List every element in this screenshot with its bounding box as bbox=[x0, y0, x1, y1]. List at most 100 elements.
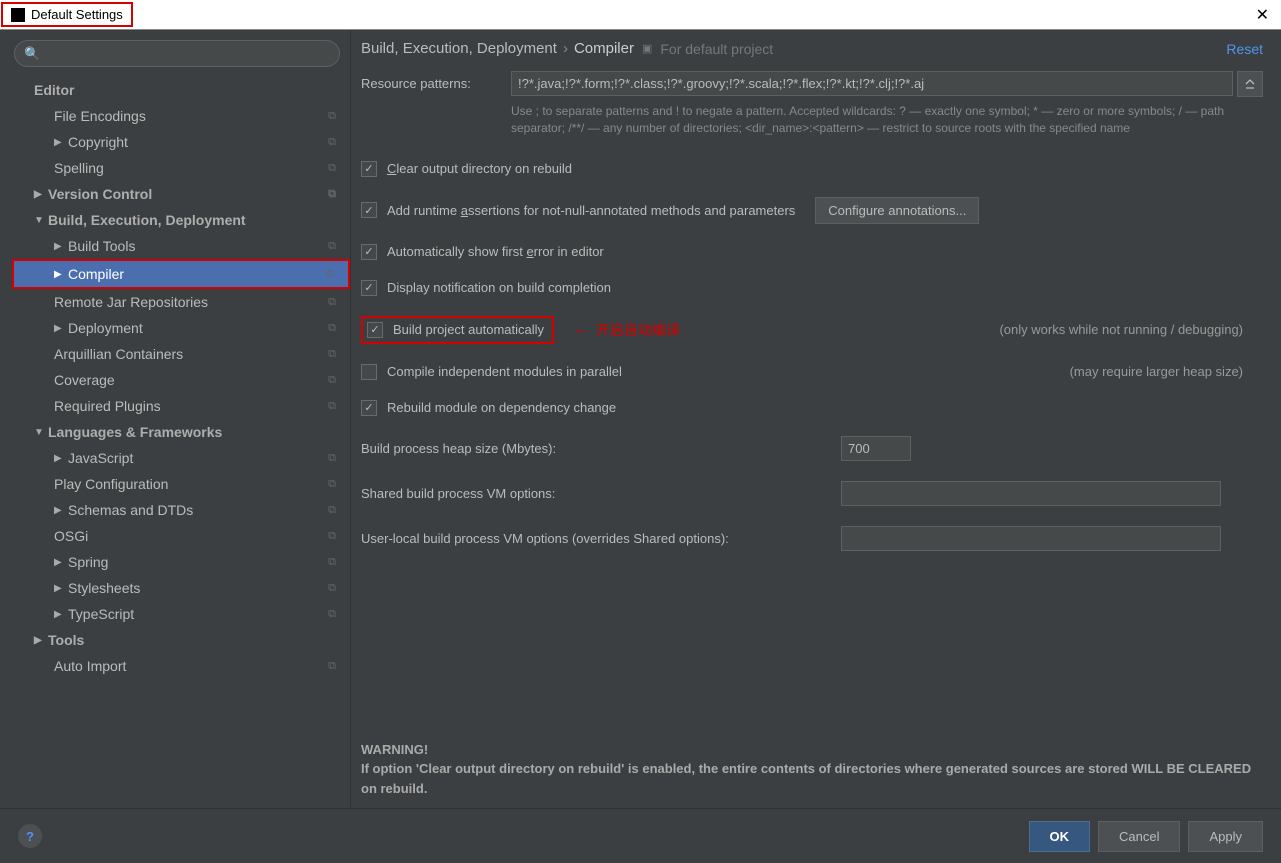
copy-icon: ⧉ bbox=[328, 188, 336, 201]
expand-field-icon[interactable] bbox=[1237, 71, 1263, 97]
sidebar-item-file-encodings[interactable]: File Encodings⧉ bbox=[12, 103, 350, 129]
parallel-label: Compile independent modules in parallel bbox=[387, 364, 622, 379]
sidebar-item-schemas-and-dtds[interactable]: ▶Schemas and DTDs⧉ bbox=[12, 497, 350, 523]
sidebar-item-auto-import[interactable]: Auto Import⧉ bbox=[12, 653, 350, 679]
chevron-icon: ▶ bbox=[54, 453, 64, 464]
sidebar-item-javascript[interactable]: ▶JavaScript⧉ bbox=[12, 445, 350, 471]
copy-icon: ⧉ bbox=[328, 452, 336, 465]
sidebar-item-spring[interactable]: ▶Spring⧉ bbox=[12, 549, 350, 575]
warning-body: If option 'Clear output directory on reb… bbox=[361, 759, 1263, 798]
copy-icon: ⧉ bbox=[328, 400, 336, 413]
close-icon[interactable]: ✕ bbox=[1256, 5, 1269, 25]
resource-row: Resource patterns: bbox=[361, 71, 1263, 97]
chevron-icon: ▶ bbox=[54, 609, 64, 620]
sidebar-item-languages-frameworks[interactable]: ▼Languages & Frameworks bbox=[12, 419, 350, 445]
clear-output-checkbox[interactable] bbox=[361, 161, 377, 177]
resource-patterns-input[interactable] bbox=[511, 71, 1233, 96]
sidebar-item-copyright[interactable]: ▶Copyright⧉ bbox=[12, 129, 350, 155]
rebuild-dep-label: Rebuild module on dependency change bbox=[387, 400, 616, 415]
sidebar-item-required-plugins[interactable]: Required Plugins⧉ bbox=[12, 393, 350, 419]
user-vm-row: User-local build process VM options (ove… bbox=[361, 526, 1263, 551]
chevron-icon: ▶ bbox=[54, 557, 64, 568]
breadcrumb-hint: For default project bbox=[660, 41, 773, 57]
ok-button[interactable]: OK bbox=[1029, 821, 1091, 852]
rebuild-dep-checkbox[interactable] bbox=[361, 400, 377, 416]
configure-annotations-button[interactable]: Configure annotations... bbox=[815, 197, 979, 224]
auto-build-label: Build project automatically bbox=[393, 322, 544, 337]
first-error-checkbox[interactable] bbox=[361, 244, 377, 260]
resource-label: Resource patterns: bbox=[361, 71, 511, 91]
apply-button[interactable]: Apply bbox=[1188, 821, 1263, 852]
shared-vm-input[interactable] bbox=[841, 481, 1221, 506]
assertions-row[interactable]: Add runtime assertions for not-null-anno… bbox=[361, 197, 1263, 224]
sidebar-item-editor[interactable]: Editor bbox=[12, 77, 350, 103]
auto-build-highlight: Build project automatically bbox=[361, 316, 554, 344]
assertions-label: Add runtime assertions for not-null-anno… bbox=[387, 203, 795, 218]
warning-title: WARNING! bbox=[361, 740, 1263, 760]
copy-icon: ⧉ bbox=[328, 348, 336, 361]
chevron-icon: ▶ bbox=[54, 505, 64, 516]
sidebar-item-build-execution-deployment[interactable]: ▼Build, Execution, Deployment bbox=[12, 207, 350, 233]
sidebar-item-stylesheets[interactable]: ▶Stylesheets⧉ bbox=[12, 575, 350, 601]
notify-label: Display notification on build completion bbox=[387, 280, 611, 295]
reset-link[interactable]: Reset bbox=[1226, 41, 1263, 57]
copy-icon: ⧉ bbox=[328, 478, 336, 491]
sidebar-item-spelling[interactable]: Spelling⧉ bbox=[12, 155, 350, 181]
user-vm-label: User-local build process VM options (ove… bbox=[361, 531, 841, 546]
titlebar-highlight: Default Settings bbox=[1, 2, 133, 27]
shared-vm-label: Shared build process VM options: bbox=[361, 486, 841, 501]
shared-vm-row: Shared build process VM options: bbox=[361, 481, 1263, 506]
copy-icon: ⧉ bbox=[328, 322, 336, 335]
chevron-icon: ▶ bbox=[54, 241, 64, 252]
heap-row: Build process heap size (Mbytes): bbox=[361, 436, 1263, 461]
sidebar-item-compiler[interactable]: ▶Compiler⧉ bbox=[12, 259, 350, 289]
copy-icon: ⧉ bbox=[328, 296, 336, 309]
footer: ? OK Cancel Apply bbox=[0, 808, 1281, 863]
notify-row[interactable]: Display notification on build completion bbox=[361, 280, 1263, 296]
parallel-row[interactable]: Compile independent modules in parallel … bbox=[361, 364, 1263, 380]
clear-output-row[interactable]: Clear output directory on rebuild bbox=[361, 161, 1263, 177]
sidebar-item-deployment[interactable]: ▶Deployment⧉ bbox=[12, 315, 350, 341]
notify-checkbox[interactable] bbox=[361, 280, 377, 296]
parallel-checkbox[interactable] bbox=[361, 364, 377, 380]
auto-build-checkbox[interactable] bbox=[367, 322, 383, 338]
copy-icon: ⧉ bbox=[326, 268, 334, 281]
search-icon: 🔍 bbox=[24, 46, 40, 62]
project-badge-icon: ▣ bbox=[642, 42, 652, 55]
sidebar-item-remote-jar-repositories[interactable]: Remote Jar Repositories⧉ bbox=[12, 289, 350, 315]
chevron-icon: ▶ bbox=[34, 189, 44, 200]
copy-icon: ⧉ bbox=[328, 608, 336, 621]
first-error-label: Automatically show first error in editor bbox=[387, 244, 604, 259]
clear-output-label: Clear output directory on rebuild bbox=[387, 161, 572, 176]
sidebar-item-version-control[interactable]: ▶Version Control⧉ bbox=[12, 181, 350, 207]
assertions-checkbox[interactable] bbox=[361, 202, 377, 218]
help-icon[interactable]: ? bbox=[18, 824, 42, 848]
copy-icon: ⧉ bbox=[328, 110, 336, 123]
warning-block: WARNING! If option 'Clear output directo… bbox=[361, 700, 1263, 799]
user-vm-input[interactable] bbox=[841, 526, 1221, 551]
search-container: 🔍 bbox=[14, 40, 340, 67]
sidebar-item-build-tools[interactable]: ▶Build Tools⧉ bbox=[12, 233, 350, 259]
heap-input[interactable] bbox=[841, 436, 911, 461]
sidebar-item-arquillian-containers[interactable]: Arquillian Containers⧉ bbox=[12, 341, 350, 367]
chevron-right-icon: ▶ bbox=[54, 269, 64, 280]
sidebar-item-osgi[interactable]: OSGi⧉ bbox=[12, 523, 350, 549]
breadcrumb: Build, Execution, Deployment › Compiler … bbox=[361, 40, 1263, 57]
content-panel: Build, Execution, Deployment › Compiler … bbox=[350, 30, 1281, 808]
sidebar-item-coverage[interactable]: Coverage⧉ bbox=[12, 367, 350, 393]
chevron-icon: ▶ bbox=[54, 323, 64, 334]
copy-icon: ⧉ bbox=[328, 530, 336, 543]
copy-icon: ⧉ bbox=[328, 582, 336, 595]
heap-label: Build process heap size (Mbytes): bbox=[361, 441, 841, 456]
sidebar-item-tools[interactable]: ▶Tools bbox=[12, 627, 350, 653]
sidebar-item-play-configuration[interactable]: Play Configuration⧉ bbox=[12, 471, 350, 497]
copy-icon: ⧉ bbox=[328, 136, 336, 149]
auto-build-row: Build project automatically ← 开启自动编译 (on… bbox=[361, 316, 1263, 344]
cancel-button[interactable]: Cancel bbox=[1098, 821, 1180, 852]
chevron-icon: ▶ bbox=[54, 583, 64, 594]
auto-build-note: (only works while not running / debuggin… bbox=[999, 322, 1263, 337]
first-error-row[interactable]: Automatically show first error in editor bbox=[361, 244, 1263, 260]
sidebar-item-typescript[interactable]: ▶TypeScript⧉ bbox=[12, 601, 350, 627]
rebuild-dep-row[interactable]: Rebuild module on dependency change bbox=[361, 400, 1263, 416]
search-input[interactable] bbox=[14, 40, 340, 67]
